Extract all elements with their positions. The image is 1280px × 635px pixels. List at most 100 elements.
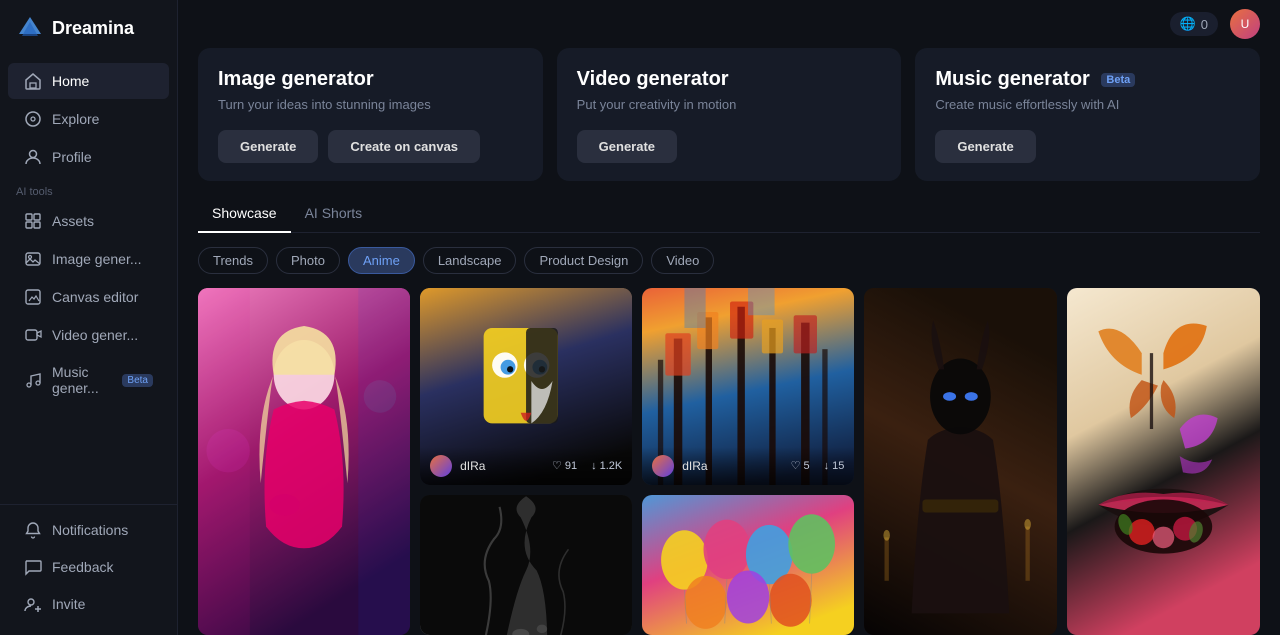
sidebar-item-home-label: Home [52, 73, 89, 89]
logo-icon [16, 14, 44, 42]
sidebar-item-profile-label: Profile [52, 149, 92, 165]
image-card-butterfly[interactable] [1067, 288, 1260, 635]
music-gen-icon [24, 371, 42, 389]
image-generate-button[interactable]: Generate [218, 130, 318, 163]
user-avatar[interactable]: U [1230, 9, 1260, 39]
credits-icon: 🌐 [1180, 16, 1196, 32]
credits-display: 🌐 0 [1170, 12, 1218, 36]
explore-icon [24, 110, 42, 128]
grid-col-5 [1067, 288, 1260, 635]
music-gen-beta-badge: Beta [122, 374, 153, 387]
image-card-forest[interactable]: dIRa ♡ 5 ↓ 15 [642, 288, 854, 485]
sidebar-item-invite-label: Invite [52, 596, 85, 612]
video-gen-buttons: Generate [577, 130, 882, 163]
invite-icon [24, 595, 42, 613]
logo: Dreamina [0, 0, 177, 56]
sidebar-item-video-gen[interactable]: Video gener... [8, 317, 169, 353]
sidebar-nav: Home Explore Profile AI tools As [0, 56, 177, 635]
image-grid: dIRa ♡ 91 ↓ 1.2K [198, 288, 1260, 635]
generator-row: Image generator Turn your ideas into stu… [178, 48, 1280, 197]
profile-icon [24, 148, 42, 166]
filter-product-design[interactable]: Product Design [524, 247, 643, 274]
filter-video[interactable]: Video [651, 247, 714, 274]
balloons-image [642, 495, 854, 635]
video-generator-card: Video generator Put your creativity in m… [557, 48, 902, 181]
showcase-area: Showcase AI Shorts Trends Photo Anime La… [178, 197, 1280, 635]
sidebar-item-assets-label: Assets [52, 213, 94, 229]
tab-ai-shorts[interactable]: AI Shorts [291, 197, 377, 233]
music-gen-title: Music generator Beta [935, 68, 1240, 91]
video-gen-title: Video generator [577, 68, 882, 91]
sidebar-item-invite[interactable]: Invite [8, 586, 169, 622]
sidebar-item-assets[interactable]: Assets [8, 203, 169, 239]
barbie-image [198, 288, 410, 635]
forest-user-avatar [652, 455, 674, 477]
forest-likes: ♡ 5 [791, 459, 810, 472]
sidebar-item-home[interactable]: Home [8, 63, 169, 99]
sidebar-item-image-gen-label: Image gener... [52, 251, 142, 267]
sidebar-item-music-gen[interactable]: Music gener... Beta [8, 355, 169, 405]
filter-row: Trends Photo Anime Landscape Product Des… [198, 247, 1260, 274]
grid-col-2: dIRa ♡ 91 ↓ 1.2K [420, 288, 632, 635]
sidebar-item-canvas[interactable]: Canvas editor [8, 279, 169, 315]
main-content: 🌐 0 U Image generator Turn your ideas in… [178, 0, 1280, 635]
video-gen-icon [24, 326, 42, 344]
image-card-ink[interactable] [420, 495, 632, 635]
sidebar-item-explore[interactable]: Explore [8, 101, 169, 137]
image-gen-desc: Turn your ideas into stunning images [218, 97, 523, 112]
image-gen-title: Image generator [218, 68, 523, 91]
music-generator-card: Music generator Beta Create music effort… [915, 48, 1260, 181]
sidebar-item-feedback[interactable]: Feedback [8, 549, 169, 585]
filter-trends[interactable]: Trends [198, 247, 268, 274]
filter-landscape[interactable]: Landscape [423, 247, 517, 274]
sponge-overlay: dIRa ♡ 91 ↓ 1.2K [420, 447, 632, 485]
sponge-user-avatar [430, 455, 452, 477]
sidebar-item-notifications-label: Notifications [52, 522, 128, 538]
notifications-icon [24, 521, 42, 539]
music-gen-desc: Create music effortlessly with AI [935, 97, 1240, 112]
create-on-canvas-button[interactable]: Create on canvas [328, 130, 480, 163]
image-card-balloons[interactable] [642, 495, 854, 635]
sponge-downloads: ↓ 1.2K [591, 460, 622, 472]
forest-overlay: dIRa ♡ 5 ↓ 15 [642, 447, 854, 485]
music-gen-buttons: Generate [935, 130, 1240, 163]
filter-anime[interactable]: Anime [348, 247, 415, 274]
grid-col-4 [864, 288, 1057, 635]
image-card-barbie[interactable] [198, 288, 410, 635]
forest-user-name: dIRa [682, 459, 782, 473]
ai-tools-label: AI tools [0, 176, 177, 202]
assets-icon [24, 212, 42, 230]
filter-photo[interactable]: Photo [276, 247, 340, 274]
grid-col-1 [198, 288, 410, 635]
ink-image [420, 495, 632, 635]
sidebar: Dreamina Home Explore Profile AI tools [0, 0, 178, 635]
sidebar-item-canvas-label: Canvas editor [52, 289, 138, 305]
video-gen-desc: Put your creativity in motion [577, 97, 882, 112]
sidebar-item-notifications[interactable]: Notifications [8, 512, 169, 548]
image-card-sponge[interactable]: dIRa ♡ 91 ↓ 1.2K [420, 288, 632, 485]
warrior-image [864, 288, 1057, 635]
tab-showcase[interactable]: Showcase [198, 197, 291, 233]
sidebar-item-profile[interactable]: Profile [8, 139, 169, 175]
image-gen-icon [24, 250, 42, 268]
image-card-warrior[interactable] [864, 288, 1057, 635]
image-generator-card: Image generator Turn your ideas into stu… [198, 48, 543, 181]
logo-text: Dreamina [52, 18, 134, 39]
sidebar-item-feedback-label: Feedback [52, 559, 113, 575]
sidebar-bottom: Notifications Feedback Invite [0, 504, 177, 629]
topbar: 🌐 0 U [178, 0, 1280, 48]
sidebar-item-explore-label: Explore [52, 111, 99, 127]
sidebar-item-video-gen-label: Video gener... [52, 327, 138, 343]
feedback-icon [24, 558, 42, 576]
music-generate-button[interactable]: Generate [935, 130, 1035, 163]
credits-count: 0 [1201, 17, 1208, 32]
home-icon [24, 72, 42, 90]
image-gen-buttons: Generate Create on canvas [218, 130, 523, 163]
grid-col-3: dIRa ♡ 5 ↓ 15 [642, 288, 854, 635]
forest-downloads: ↓ 15 [824, 460, 845, 472]
tabs-row: Showcase AI Shorts [198, 197, 1260, 233]
video-generate-button[interactable]: Generate [577, 130, 677, 163]
sidebar-item-music-gen-label: Music gener... [52, 364, 108, 396]
sidebar-item-image-gen[interactable]: Image gener... [8, 241, 169, 277]
sponge-user-name: dIRa [460, 459, 544, 473]
